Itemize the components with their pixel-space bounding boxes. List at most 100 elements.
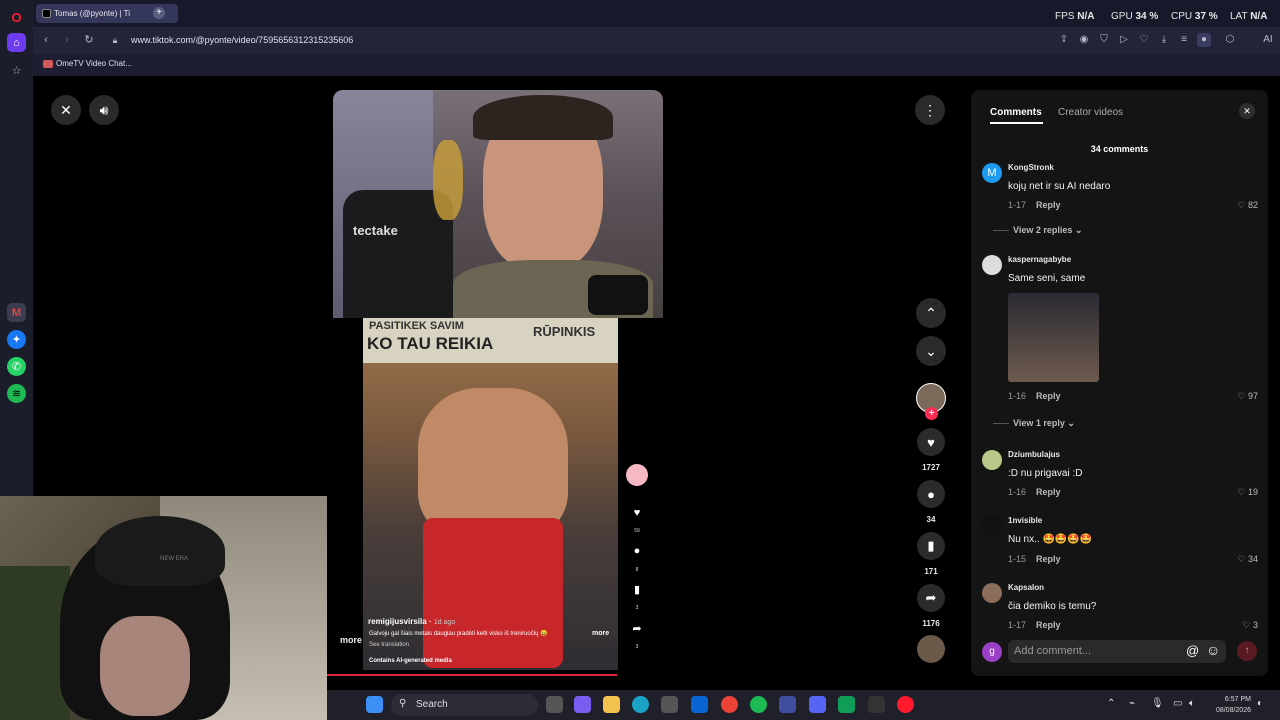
spotify-icon[interactable]: ≋ (7, 384, 26, 403)
inner-share-icon[interactable]: ➦ (629, 621, 645, 637)
close-icon[interactable]: ✕ (51, 95, 81, 125)
comment-username[interactable]: KongStronk (1008, 163, 1054, 172)
follow-plus-icon[interactable]: + (925, 407, 938, 420)
task-view-icon[interactable] (546, 696, 563, 713)
search-label: Search (416, 699, 448, 710)
download-icon[interactable]: ⤓ (1157, 33, 1171, 47)
shield-icon[interactable]: ⛉ (1097, 33, 1111, 47)
play-icon[interactable]: ▷ (1117, 33, 1131, 47)
reply-button[interactable]: Reply (1036, 620, 1061, 630)
tray-chevron-icon[interactable]: ⌃ (1107, 698, 1115, 709)
poster-figure (433, 140, 463, 220)
close-panel-icon[interactable]: ✕ (1239, 103, 1255, 119)
video-top-webcam[interactable]: tectake (333, 90, 663, 318)
menu-icon[interactable]: ≡ (1177, 33, 1191, 47)
display-icon[interactable]: ▭ (1173, 698, 1182, 709)
comment-icon[interactable]: ● (917, 480, 945, 508)
tab-creator-videos[interactable]: Creator videos (1058, 107, 1123, 118)
lat-stat: LAT N/A (1230, 11, 1267, 22)
reply-button[interactable]: Reply (1036, 554, 1061, 564)
lat-value: N/A (1250, 11, 1268, 22)
app-green-icon[interactable] (838, 696, 855, 713)
comment-count-heading: 34 comments (1090, 144, 1149, 154)
profile-icon[interactable]: ● (1197, 33, 1211, 47)
comment-username[interactable]: kaspernagabybe (1008, 255, 1071, 264)
file-explorer-icon[interactable] (603, 696, 620, 713)
edge-icon[interactable] (632, 696, 649, 713)
reload-icon[interactable]: ↻ (82, 33, 96, 47)
share-arrow-icon[interactable]: ➦ (917, 584, 945, 612)
reply-button[interactable]: Reply (1036, 200, 1061, 210)
aria-ai-icon[interactable]: AI (1257, 33, 1279, 47)
send-icon[interactable]: ↑ (1237, 641, 1257, 661)
tab-comments[interactable]: Comments (990, 107, 1042, 118)
commenter-avatar[interactable] (982, 516, 1002, 536)
chrome-icon[interactable] (721, 696, 738, 713)
inner-save-icon[interactable]: ▮ (629, 582, 645, 598)
heart-icon[interactable]: ♡ (1137, 33, 1151, 47)
notification-icon[interactable]: ◐ (1257, 698, 1263, 709)
inner-author-avatar[interactable] (626, 464, 648, 486)
new-tab-button[interactable]: + (153, 7, 165, 19)
inner-comment-icon[interactable]: ● (629, 543, 645, 559)
bookmark-icon[interactable]: ▮ (917, 532, 945, 560)
bookmark-ometv[interactable]: OmeTV Video Chat... (43, 59, 132, 68)
discord-icon[interactable] (809, 696, 826, 713)
see-translation-link[interactable]: See translation (369, 642, 409, 648)
extensions-icon[interactable]: ⬡ (1223, 33, 1237, 47)
reply-button[interactable]: Reply (1036, 487, 1061, 497)
star-icon[interactable]: ☆ (7, 61, 26, 80)
forward-icon[interactable]: › (60, 33, 74, 47)
opera-taskbar-icon[interactable] (897, 696, 914, 713)
comment-like[interactable]: ♡ 82 (1237, 200, 1258, 211)
comment-like[interactable]: ♡ 97 (1237, 391, 1258, 402)
volume-icon[interactable]: 🔊︎ (89, 95, 119, 125)
commenter-avatar[interactable]: M (982, 163, 1002, 183)
home-icon[interactable]: ⌂ (7, 33, 26, 52)
commenter-avatar[interactable] (982, 450, 1002, 470)
inner-more-link[interactable]: more (592, 630, 609, 637)
copilot-icon[interactable] (574, 696, 591, 713)
music-disc-avatar[interactable] (917, 635, 945, 663)
comment-image-thumbnail[interactable] (1008, 293, 1099, 382)
inner-like-icon[interactable]: ♥ (629, 505, 645, 521)
app-dark-icon[interactable] (868, 696, 885, 713)
like-heart-icon[interactable]: ♥ (917, 428, 945, 456)
network-icon[interactable]: ⌁ (1129, 698, 1135, 709)
emoji-icon[interactable]: ☺ (1206, 642, 1220, 658)
store-icon[interactable] (661, 696, 678, 713)
outlook-icon[interactable] (691, 696, 708, 713)
spotify-taskbar-icon[interactable] (750, 696, 767, 713)
view-replies-button[interactable]: View 2 replies ⌄ (1013, 225, 1082, 236)
messenger-icon[interactable]: ✦ (7, 330, 26, 349)
commenter-avatar[interactable] (982, 583, 1002, 603)
comment-like[interactable]: ♡ 34 (1237, 554, 1258, 565)
mention-icon[interactable]: @ (1186, 643, 1199, 658)
reply-button[interactable]: Reply (1036, 391, 1061, 401)
opera-logo-icon[interactable]: O (7, 8, 26, 27)
speaker-icon[interactable]: 🔈︎ (1189, 698, 1195, 709)
comment-username[interactable]: 1nvisible (1008, 516, 1042, 525)
view-replies-button[interactable]: View 1 reply ⌄ (1013, 418, 1075, 429)
share-icon[interactable]: ⇪ (1057, 33, 1071, 47)
taskbar-search[interactable]: ⚲ Search (391, 694, 538, 716)
outer-more-link[interactable]: more (340, 635, 362, 645)
gmail-icon[interactable]: M (7, 303, 26, 322)
comment-username[interactable]: Dziumbulajus (1008, 450, 1060, 459)
url-text[interactable]: www.tiktok.com/@pyonte/video/75956563123… (131, 35, 353, 45)
more-options-icon[interactable]: ⋮ (915, 95, 945, 125)
gpu-stat: GPU 34 % (1111, 11, 1158, 22)
taskbar-clock[interactable]: 6:57 PM 08/08/2026 (1199, 694, 1251, 716)
back-icon[interactable]: ‹ (39, 33, 53, 47)
comment-username[interactable]: Kapsalon (1008, 583, 1044, 592)
windows-start-icon[interactable] (366, 696, 383, 713)
video-bottom-gym[interactable]: PASITIKEK SAVIM KO TAU REIKIA RŪPINKIS r… (363, 318, 618, 670)
commenter-avatar[interactable] (982, 255, 1002, 275)
camera-icon[interactable]: ◉ (1077, 33, 1091, 47)
previous-video-icon[interactable]: ⌃ (916, 298, 946, 328)
mic-icon[interactable]: 🎙︎ (1151, 698, 1164, 709)
app-icon[interactable] (779, 696, 796, 713)
comment-like[interactable]: ♡ 19 (1237, 487, 1258, 498)
whatsapp-icon[interactable]: ✆ (7, 357, 26, 376)
next-video-icon[interactable]: ⌄ (916, 336, 946, 366)
